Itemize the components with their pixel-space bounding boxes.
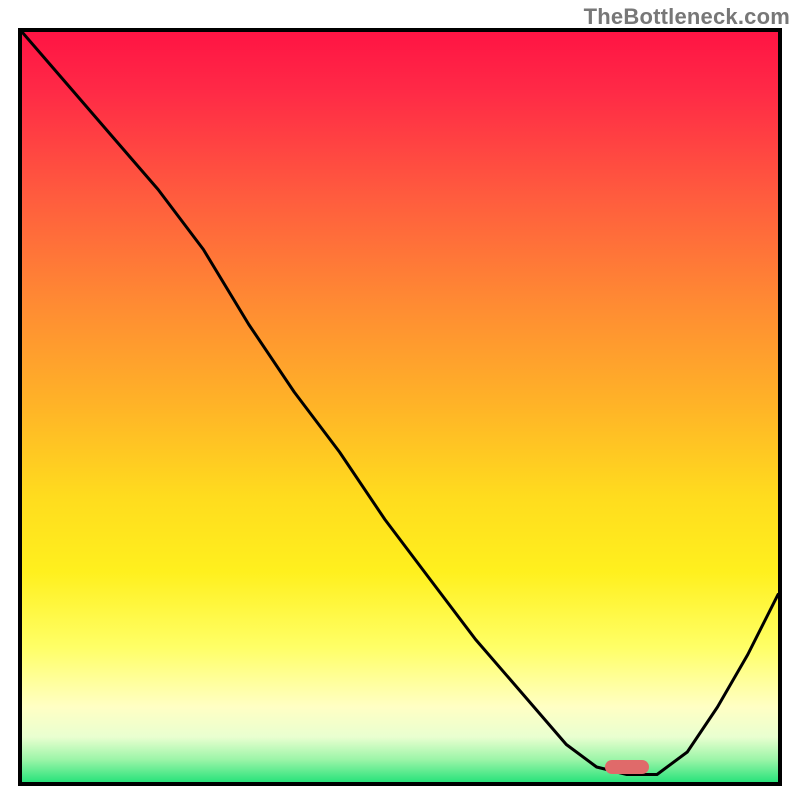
line-series: [22, 32, 778, 782]
watermark-text: TheBottleneck.com: [584, 4, 790, 30]
optimal-marker: [605, 760, 649, 774]
chart-area: [18, 28, 782, 786]
